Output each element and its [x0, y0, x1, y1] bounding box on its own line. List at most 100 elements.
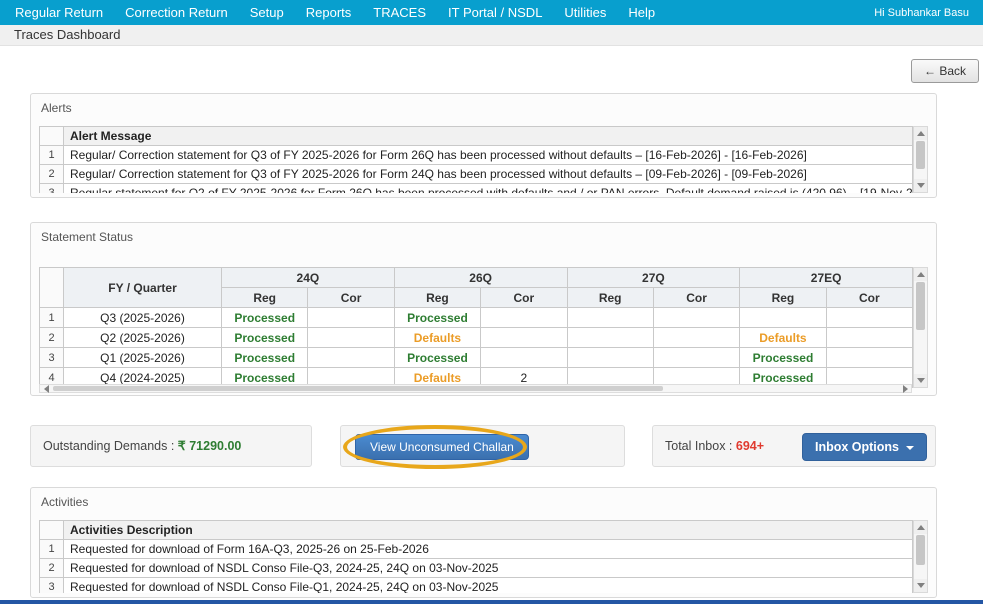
- activities-vertical-scrollbar[interactable]: [913, 520, 928, 593]
- activity-row-text: Requested for download of NSDL Conso Fil…: [63, 577, 913, 593]
- scrollbar-thumb[interactable]: [916, 535, 925, 565]
- back-button[interactable]: ← Back: [910, 59, 979, 83]
- scrollbar-track[interactable]: [914, 140, 927, 179]
- form-group-header-27q: 27Q: [566, 267, 741, 288]
- status-cell: Defaults: [739, 327, 827, 348]
- status-cell: [825, 347, 914, 368]
- caret-down-icon: [906, 445, 914, 450]
- activity-row: 2 Requested for download of NSDL Conso F…: [39, 558, 913, 578]
- nav-reports[interactable]: Reports: [295, 0, 363, 25]
- scroll-up-icon[interactable]: [914, 268, 927, 281]
- form-group-header-row: FY / Quarter 24Q 26Q 27Q 27EQ: [39, 267, 913, 308]
- scroll-down-icon[interactable]: [914, 579, 927, 592]
- status-cell: [652, 327, 741, 348]
- alerts-panel: Alerts Alert Message 1 Regular/ Correcti…: [30, 93, 937, 198]
- cor-header: Cor: [480, 287, 568, 308]
- activity-row-number: 3: [39, 577, 64, 593]
- row-number-header: [39, 267, 64, 308]
- scroll-up-icon[interactable]: [914, 521, 927, 534]
- inbox-options-label: Inbox Options: [814, 440, 899, 454]
- reg-header: Reg: [220, 287, 309, 308]
- fy-quarter-header: FY / Quarter: [63, 267, 222, 308]
- nav-traces[interactable]: TRACES: [362, 0, 437, 25]
- cor-header: Cor: [825, 287, 914, 308]
- activity-row-number: 1: [39, 539, 64, 559]
- activities-panel-title: Activities: [41, 495, 89, 509]
- alert-row-number: 1: [39, 145, 64, 165]
- user-greeting: Hi Subhankar Basu: [874, 6, 969, 19]
- alerts-panel-title: Alerts: [41, 101, 72, 115]
- alert-row-text: Regular statement for Q2 of FY 2025-2026…: [63, 183, 913, 193]
- page-title: Traces Dashboard: [0, 25, 983, 46]
- statement-vertical-scrollbar[interactable]: [913, 267, 928, 388]
- scroll-down-icon[interactable]: [914, 179, 927, 192]
- alerts-header-row: Alert Message: [39, 126, 913, 146]
- status-cell: Processed: [739, 347, 827, 368]
- alerts-vertical-scrollbar[interactable]: [913, 126, 928, 193]
- reg-header: Reg: [393, 287, 482, 308]
- activity-row-number: 2: [39, 558, 64, 578]
- view-unconsumed-challan-button[interactable]: View Unconsumed Challan: [355, 434, 529, 460]
- cor-header: Cor: [307, 287, 395, 308]
- status-cell: Processed: [393, 347, 482, 368]
- row-number: 1: [39, 307, 64, 328]
- activities-description-header: Activities Description: [63, 520, 913, 540]
- fy-quarter-cell: Q1 (2025-2026): [63, 347, 222, 368]
- outstanding-demands-amount: ₹ 71290.00: [177, 439, 242, 453]
- cor-header: Cor: [652, 287, 741, 308]
- activity-row: 1 Requested for download of Form 16A-Q3,…: [39, 539, 913, 559]
- alert-row-number: 3: [39, 183, 64, 193]
- scroll-down-icon[interactable]: [914, 374, 927, 387]
- form-group-header-27eq: 27EQ: [739, 267, 913, 288]
- nav-regular-return[interactable]: Regular Return: [4, 0, 114, 25]
- status-cell: [307, 307, 395, 328]
- outstanding-demands-label: Outstanding Demands :: [43, 439, 178, 453]
- statement-row: 2 Q2 (2025-2026) Processed Defaults Defa…: [39, 327, 914, 348]
- scroll-left-icon[interactable]: [40, 384, 52, 393]
- status-cell: [480, 327, 568, 348]
- status-cell: Processed: [220, 347, 309, 368]
- alert-row-text: Regular/ Correction statement for Q3 of …: [63, 164, 913, 184]
- status-cell: [825, 327, 914, 348]
- scrollbar-thumb[interactable]: [916, 282, 925, 330]
- status-cell: Processed: [393, 307, 482, 328]
- scrollbar-thumb[interactable]: [916, 141, 925, 169]
- status-cell: [739, 307, 827, 328]
- nav-it-portal-nsdl[interactable]: IT Portal / NSDL: [437, 0, 553, 25]
- outstanding-demands-box: Outstanding Demands : ₹ 71290.00: [30, 425, 312, 467]
- activities-table: Activities Description 1 Requested for d…: [39, 520, 913, 593]
- status-cell: [652, 307, 741, 328]
- top-navbar: Regular Return Correction Return Setup R…: [0, 0, 983, 25]
- nav-utilities[interactable]: Utilities: [553, 0, 617, 25]
- status-cell: [307, 347, 395, 368]
- scroll-up-icon[interactable]: [914, 127, 927, 140]
- scroll-right-icon[interactable]: [899, 384, 911, 393]
- inbox-box: Total Inbox : 694+ Inbox Options: [652, 425, 936, 467]
- total-inbox-label: Total Inbox :: [665, 439, 736, 453]
- inbox-options-button[interactable]: Inbox Options: [801, 433, 927, 461]
- row-number: 3: [39, 347, 64, 368]
- status-cell: [566, 327, 654, 348]
- status-cell: [652, 347, 741, 368]
- alert-row-text: Regular/ Correction statement for Q3 of …: [63, 145, 913, 165]
- activities-panel: Activities Activities Description 1 Requ…: [30, 487, 937, 598]
- activities-table-wrapper: Activities Description 1 Requested for d…: [39, 520, 928, 593]
- nav-correction-return[interactable]: Correction Return: [114, 0, 239, 25]
- statement-status-table: FY / Quarter 24Q 26Q 27Q 27EQ Reg Cor Re…: [39, 267, 914, 388]
- nav-help[interactable]: Help: [617, 0, 666, 25]
- scrollbar-track[interactable]: [52, 385, 899, 392]
- outstanding-demands-text: Outstanding Demands : ₹ 71290.00: [31, 426, 311, 466]
- nav-setup[interactable]: Setup: [239, 0, 295, 25]
- form-group-header-24q: 24Q: [221, 267, 395, 288]
- form-group-header-26q: 26Q: [393, 267, 568, 288]
- scrollbar-thumb[interactable]: [53, 386, 663, 391]
- statement-status-table-wrapper: FY / Quarter 24Q 26Q 27Q 27EQ Reg Cor Re…: [39, 267, 928, 388]
- scrollbar-track[interactable]: [914, 534, 927, 579]
- unconsumed-challan-box: View Unconsumed Challan: [340, 425, 625, 469]
- reg-header: Reg: [566, 287, 654, 308]
- activity-row-text: Requested for download of NSDL Conso Fil…: [63, 558, 913, 578]
- statement-horizontal-scrollbar[interactable]: [39, 384, 912, 393]
- status-cell: [566, 347, 654, 368]
- scrollbar-track[interactable]: [914, 281, 927, 374]
- bottom-border-strip: [0, 600, 983, 604]
